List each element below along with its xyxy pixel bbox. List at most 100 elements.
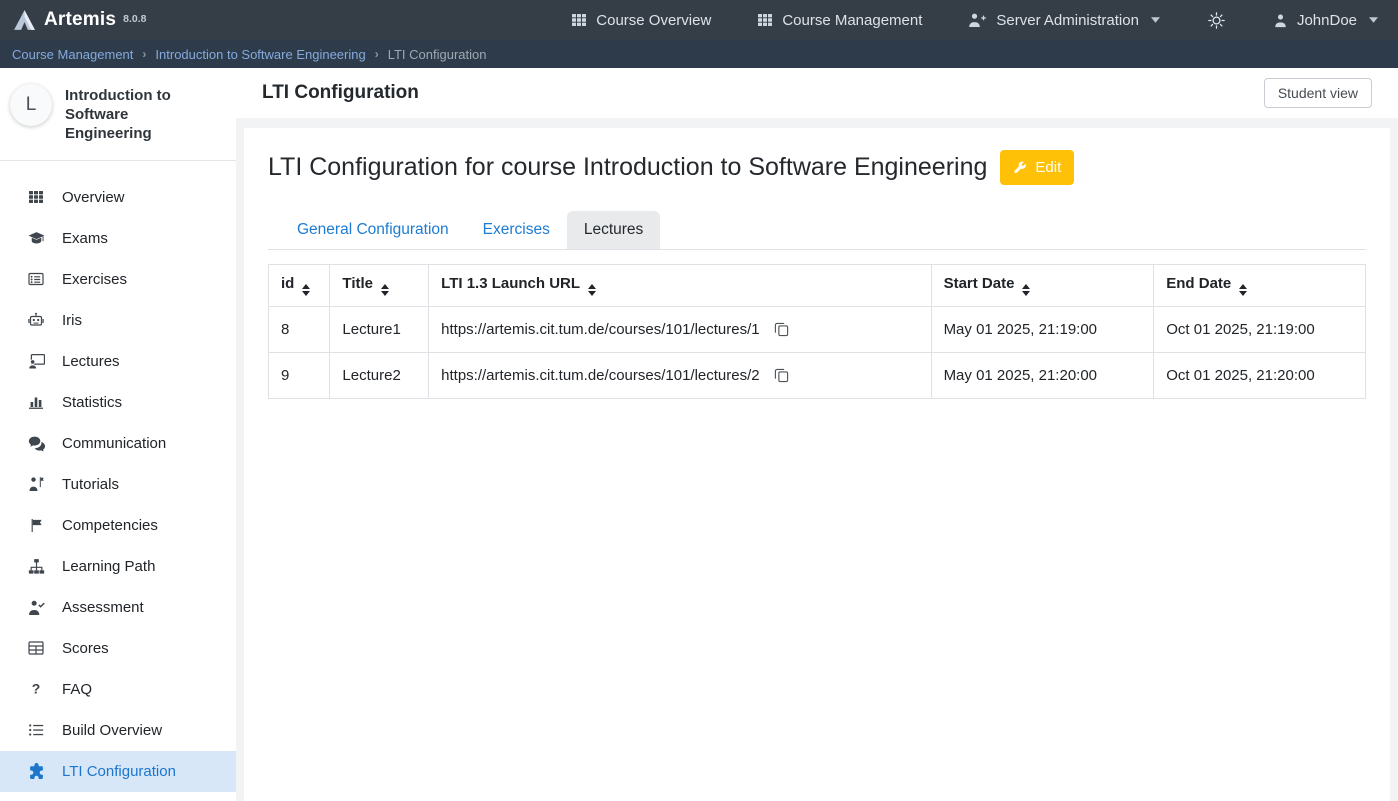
svg-text:?: ? xyxy=(32,681,41,697)
sitemap-icon xyxy=(26,558,46,575)
nav-server-administration[interactable]: Server Administration xyxy=(968,12,1160,29)
page-header: LTI Configuration Student view xyxy=(236,68,1398,118)
sidebar-item-label: Overview xyxy=(62,189,125,206)
sun-icon xyxy=(1208,12,1225,29)
sort-icon[interactable] xyxy=(381,284,389,296)
question-icon: ? xyxy=(26,681,46,697)
column-header-id[interactable]: id xyxy=(269,265,330,307)
chart-column-icon xyxy=(26,394,46,410)
user-menu[interactable]: JohnDoe xyxy=(1273,12,1378,29)
sidebar-item-label: Exams xyxy=(62,230,108,247)
puzzle-piece-icon xyxy=(26,763,46,780)
sort-icon[interactable] xyxy=(302,284,310,296)
sidebar-item-label: Communication xyxy=(62,435,166,452)
sidebar-item-learning-path[interactable]: Learning Path xyxy=(0,546,236,587)
nav-course-overview[interactable]: Course Overview xyxy=(571,12,711,29)
column-label: LTI 1.3 Launch URL xyxy=(441,275,580,292)
theme-toggle-button[interactable] xyxy=(1206,10,1227,31)
sidebar-item-exercises[interactable]: Exercises xyxy=(0,259,236,300)
sidebar-item-label: Iris xyxy=(62,312,82,329)
course-header: L Introduction to Software Engineering xyxy=(0,68,236,161)
username-label: JohnDoe xyxy=(1297,12,1357,29)
flag-icon xyxy=(26,518,46,533)
caret-down-icon xyxy=(1369,17,1378,23)
brand[interactable]: Artemis 8.0.8 xyxy=(12,8,147,33)
column-header-end-date[interactable]: End Date xyxy=(1154,265,1366,307)
sidebar-item-label: Competencies xyxy=(62,517,158,534)
table-row: 9 Lecture2 https://artemis.cit.tum.de/co… xyxy=(269,353,1366,399)
list-alt-icon xyxy=(26,271,46,287)
course-initial: L xyxy=(26,94,37,116)
column-label: id xyxy=(281,275,294,292)
sidebar-item-label: Learning Path xyxy=(62,558,155,575)
breadcrumb-course-management[interactable]: Course Management xyxy=(12,47,133,62)
nav-label: Course Management xyxy=(782,12,922,29)
table-cells-icon xyxy=(26,189,46,205)
tab-exercises[interactable]: Exercises xyxy=(466,211,567,249)
sidebar-item-label: Tutorials xyxy=(62,476,119,493)
sort-icon[interactable] xyxy=(588,284,596,296)
column-header-launch-url[interactable]: LTI 1.3 Launch URL xyxy=(429,265,931,307)
sidebar-item-communication[interactable]: Communication xyxy=(0,423,236,464)
copy-url-button[interactable] xyxy=(772,366,791,385)
copy-icon xyxy=(774,322,789,337)
sidebar-item-scores[interactable]: Scores xyxy=(0,628,236,669)
tab-lectures[interactable]: Lectures xyxy=(567,211,660,249)
cell-id: 9 xyxy=(269,353,330,399)
version-label: 8.0.8 xyxy=(123,13,146,25)
sidebar-item-statistics[interactable]: Statistics xyxy=(0,382,236,423)
user-flag-icon xyxy=(26,476,46,492)
sidebar-item-build-overview[interactable]: Build Overview xyxy=(0,710,236,751)
sidebar-item-tutorials[interactable]: Tutorials xyxy=(0,464,236,505)
course-title: Introduction to Software Engineering xyxy=(65,84,197,144)
copy-url-button[interactable] xyxy=(772,320,791,339)
breadcrumb-separator: › xyxy=(375,47,379,61)
comments-icon xyxy=(26,435,46,452)
lti-configuration-card: LTI Configuration for course Introductio… xyxy=(244,128,1390,801)
sidebar-item-overview[interactable]: Overview xyxy=(0,177,236,218)
sidebar-item-competencies[interactable]: Competencies xyxy=(0,505,236,546)
table-header-row: id Title LTI 1.3 Launch URL Start Date E… xyxy=(269,265,1366,307)
copy-icon xyxy=(774,368,789,383)
nav-label: Server Administration xyxy=(996,12,1139,29)
cell-launch-url: https://artemis.cit.tum.de/courses/101/l… xyxy=(429,353,931,399)
column-header-title[interactable]: Title xyxy=(330,265,429,307)
course-sidebar: L Introduction to Software Engineering O… xyxy=(0,68,236,801)
student-view-button[interactable]: Student view xyxy=(1264,78,1372,108)
column-header-start-date[interactable]: Start Date xyxy=(931,265,1154,307)
column-label: Start Date xyxy=(944,275,1015,292)
nav-course-management[interactable]: Course Management xyxy=(757,12,922,29)
chalkboard-user-icon xyxy=(26,353,46,370)
table-icon xyxy=(26,640,46,656)
edit-button[interactable]: Edit xyxy=(1000,150,1074,185)
user-plus-icon xyxy=(968,12,987,28)
lectures-table: id Title LTI 1.3 Launch URL Start Date E… xyxy=(268,264,1366,399)
sidebar-item-assessment[interactable]: Assessment xyxy=(0,587,236,628)
breadcrumb-separator: › xyxy=(142,47,146,61)
card-heading: LTI Configuration for course Introductio… xyxy=(268,153,987,182)
tab-general-configuration[interactable]: General Configuration xyxy=(280,211,466,249)
table-cells-icon xyxy=(757,12,773,28)
sidebar-item-iris[interactable]: Iris xyxy=(0,300,236,341)
sidebar-item-lectures[interactable]: Lectures xyxy=(0,341,236,382)
launch-url-text: https://artemis.cit.tum.de/courses/101/l… xyxy=(441,367,759,384)
sort-icon[interactable] xyxy=(1022,284,1030,296)
sidebar-item-lti-configuration[interactable]: LTI Configuration xyxy=(0,751,236,792)
caret-down-icon xyxy=(1151,17,1160,23)
sidebar-item-label: Build Overview xyxy=(62,722,162,739)
sidebar-item-label: LTI Configuration xyxy=(62,763,176,780)
sidebar-item-faq[interactable]: ? FAQ xyxy=(0,669,236,710)
cell-launch-url: https://artemis.cit.tum.de/courses/101/l… xyxy=(429,307,931,353)
sidebar-item-label: Scores xyxy=(62,640,109,657)
sidebar-item-label: Assessment xyxy=(62,599,144,616)
column-label: End Date xyxy=(1166,275,1231,292)
sidebar-item-exams[interactable]: Exams xyxy=(0,218,236,259)
sort-icon[interactable] xyxy=(1239,284,1247,296)
robot-icon xyxy=(26,312,46,328)
breadcrumb-course[interactable]: Introduction to Software Engineering xyxy=(155,47,365,62)
user-check-icon xyxy=(26,599,46,616)
artemis-logo-icon xyxy=(12,8,37,33)
breadcrumb: Course Management › Introduction to Soft… xyxy=(0,40,1398,68)
cell-title: Lecture2 xyxy=(330,353,429,399)
cell-end-date: Oct 01 2025, 21:19:00 xyxy=(1154,307,1366,353)
